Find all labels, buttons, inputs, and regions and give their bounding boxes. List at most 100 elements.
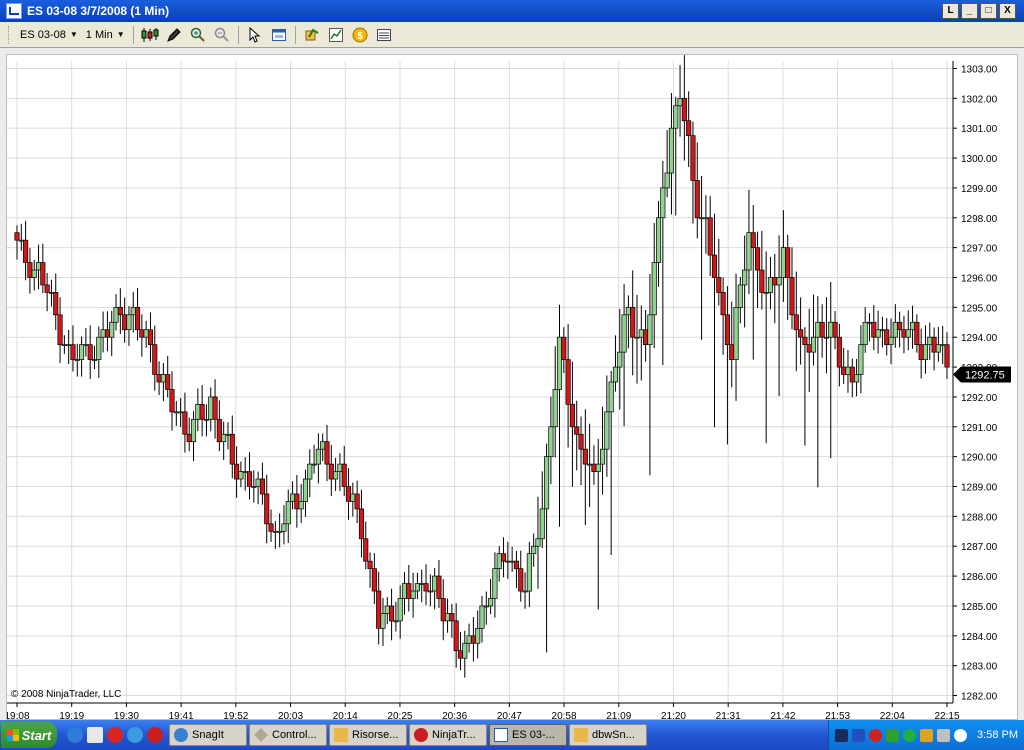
media-icon[interactable] xyxy=(107,727,123,743)
candle-body xyxy=(940,344,946,347)
candle-body xyxy=(104,329,110,338)
browser-icon[interactable] xyxy=(127,727,143,743)
outlook-icon[interactable] xyxy=(87,727,103,743)
candle-body xyxy=(345,486,352,502)
start-button[interactable]: Start xyxy=(1,722,57,748)
candle-body xyxy=(793,314,799,331)
candle-body xyxy=(23,239,29,263)
candle-body xyxy=(604,411,610,450)
zoom-in-button[interactable] xyxy=(188,25,208,45)
candle-body xyxy=(935,344,941,353)
minimize-button[interactable]: _ xyxy=(961,3,978,19)
candle-body xyxy=(875,329,881,338)
link-button[interactable]: L xyxy=(942,3,959,19)
candle-body xyxy=(401,583,408,599)
candle-body xyxy=(57,314,63,346)
candle-body xyxy=(621,314,627,353)
bluetooth-icon[interactable] xyxy=(852,728,866,742)
chevron-down-icon: ▼ xyxy=(116,30,125,39)
app-icon[interactable] xyxy=(147,727,163,743)
candle-body xyxy=(823,336,829,339)
volume-icon[interactable] xyxy=(937,728,951,742)
chart-style-button[interactable] xyxy=(140,25,160,45)
taskbar-item[interactable]: Control... xyxy=(249,724,327,746)
y-tick-label: 1289.00 xyxy=(961,483,998,494)
candle-body xyxy=(518,568,524,592)
candle-body xyxy=(819,321,825,338)
candle-body xyxy=(806,344,812,353)
candle-body xyxy=(707,217,713,256)
zoom-out-button[interactable] xyxy=(212,25,232,45)
candle-body xyxy=(643,329,649,346)
candle-body xyxy=(660,187,666,219)
interval-selector[interactable]: 1 Min ▼ xyxy=(82,25,129,45)
candlestick-icon xyxy=(141,27,159,42)
strategies-button[interactable] xyxy=(326,25,346,45)
zoom-out-icon xyxy=(214,27,229,42)
cursor-button[interactable] xyxy=(245,25,265,45)
candle-body xyxy=(810,336,817,353)
internet-explorer-icon[interactable] xyxy=(67,727,83,743)
candle-body xyxy=(651,262,657,316)
taskbar-item-label: NinjaTr... xyxy=(432,729,476,741)
orders-button[interactable]: $ xyxy=(350,25,370,45)
candle-body xyxy=(755,247,761,271)
candle-body xyxy=(815,321,821,338)
network-icon[interactable] xyxy=(886,728,900,742)
candle-body xyxy=(845,366,851,375)
candle-body xyxy=(165,374,171,390)
candle-body xyxy=(173,411,179,414)
last-price-label: 1292.75 xyxy=(965,370,1005,382)
indicators-button[interactable] xyxy=(302,25,322,45)
candle-body xyxy=(48,292,54,294)
candle-body xyxy=(31,269,37,278)
security-icon[interactable] xyxy=(869,728,883,742)
taskbar-item[interactable]: ES 03-... xyxy=(489,724,567,746)
candle-body xyxy=(91,359,98,361)
candle-body xyxy=(457,650,464,659)
candle-body xyxy=(858,344,864,375)
candle-body xyxy=(526,553,532,592)
candle-body xyxy=(122,314,128,331)
candle-body xyxy=(892,321,898,338)
instrument-selector[interactable]: ES 03-08 ▼ xyxy=(16,25,82,45)
update-icon[interactable] xyxy=(920,728,934,742)
maximize-button[interactable]: □ xyxy=(980,3,997,19)
properties-button[interactable] xyxy=(269,25,289,45)
candle-body xyxy=(324,441,330,465)
y-tick-label: 1294.00 xyxy=(961,333,998,344)
price-chart[interactable]: 1282.00 1283.00 1284.00 1285.00 1286.00 1287.… xyxy=(7,55,1019,721)
candle-body xyxy=(668,127,674,174)
window-titlebar[interactable]: ES 03-08 3/7/2008 (1 Min) L _ □ X xyxy=(0,0,1024,22)
candle-body xyxy=(423,583,429,592)
y-tick-label: 1283.00 xyxy=(961,662,998,673)
candle-body xyxy=(927,336,933,346)
windows-taskbar: Start SnagIt Control... Risorse... Ninja… xyxy=(0,720,1024,750)
candle-body xyxy=(655,217,662,263)
candle-body xyxy=(169,389,175,413)
tray-app-icon[interactable] xyxy=(835,728,849,742)
taskbar-item[interactable]: SnagIt xyxy=(169,724,247,746)
taskbar-item[interactable]: dbwSn... xyxy=(569,724,647,746)
chart-panel[interactable]: 1282.00 1283.00 1284.00 1285.00 1286.00 1287.… xyxy=(6,54,1019,721)
candle-body xyxy=(582,448,588,465)
candle-body xyxy=(638,329,644,338)
data-box-button[interactable] xyxy=(374,25,394,45)
taskbar-item-label: dbwSn... xyxy=(592,729,635,741)
taskbar-item[interactable]: Risorse... xyxy=(329,724,407,746)
drawing-tool-button[interactable] xyxy=(164,25,184,45)
close-button[interactable]: X xyxy=(999,3,1016,19)
messenger-icon[interactable] xyxy=(903,728,917,742)
candle-body xyxy=(229,433,235,465)
taskbar-item[interactable]: NinjaTr... xyxy=(409,724,487,746)
candle-body xyxy=(561,336,567,360)
clock-app-icon[interactable] xyxy=(954,728,968,742)
y-tick-label: 1284.00 xyxy=(961,632,998,643)
candle-body xyxy=(531,545,537,555)
candle-body xyxy=(83,344,89,347)
candle-body xyxy=(716,277,722,293)
pencil-icon xyxy=(166,27,181,42)
data-box-icon xyxy=(376,28,391,41)
candle-body xyxy=(522,590,528,593)
folder-icon xyxy=(334,728,348,742)
